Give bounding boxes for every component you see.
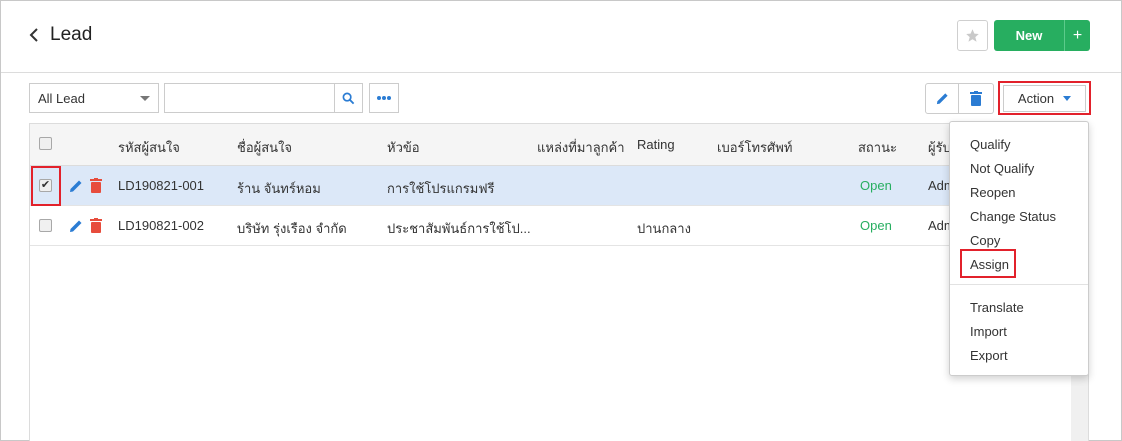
lead-id[interactable]: LD190821-002	[118, 218, 204, 233]
search-button[interactable]	[334, 83, 363, 113]
page-title: Lead	[50, 24, 93, 45]
menu-item-import[interactable]: Import	[970, 324, 1007, 339]
chevron-left-icon[interactable]	[27, 25, 43, 45]
menu-divider	[950, 284, 1088, 285]
pencil-icon[interactable]	[69, 179, 83, 193]
action-menu: Qualify Not Qualify Reopen Change Status…	[949, 121, 1089, 376]
more-horizontal-icon	[377, 96, 391, 100]
lead-topic: ประชาสัมพันธ์การใช้โป...	[387, 221, 531, 236]
row-checkbox[interactable]	[39, 219, 52, 232]
favorite-button[interactable]	[957, 20, 988, 51]
caret-down-icon	[1063, 96, 1072, 101]
lead-status: Open	[860, 218, 892, 233]
action-button[interactable]: Action	[1003, 85, 1086, 112]
column-header[interactable]: เบอร์โทรศัพท์	[717, 137, 792, 158]
view-filter-value: All Lead	[38, 90, 85, 106]
pencil-icon	[936, 93, 948, 105]
caret-down-icon	[140, 96, 150, 101]
star-icon	[966, 29, 979, 42]
table-row[interactable]: LD190821-002 บริษัท รุ่งเรือง จำกัด ประช…	[30, 206, 1088, 246]
page-header: Lead New +	[1, 1, 1121, 73]
menu-item-not-qualify[interactable]: Not Qualify	[970, 161, 1034, 176]
column-header[interactable]: ผู้รับ	[928, 137, 951, 158]
menu-item-assign[interactable]: Assign	[970, 257, 1009, 272]
menu-item-export[interactable]: Export	[970, 348, 1008, 363]
column-header[interactable]: แหล่งที่มาลูกค้า	[537, 137, 625, 158]
menu-item-reopen[interactable]: Reopen	[970, 185, 1016, 200]
trash-icon[interactable]	[90, 178, 102, 193]
menu-item-copy[interactable]: Copy	[970, 233, 1000, 248]
table-row[interactable]: ✔ LD190821-001 ร้าน จันทร์หอม การใช้โปรแ…	[30, 166, 1088, 206]
lead-topic: การใช้โปรแกรมฟรี	[387, 181, 495, 196]
row-checkbox[interactable]: ✔	[39, 179, 52, 192]
select-all-checkbox[interactable]	[39, 137, 52, 150]
more-options-button[interactable]	[369, 83, 399, 113]
lead-rating: ปานกลาง	[637, 221, 691, 236]
lead-name: ร้าน จันทร์หอม	[237, 181, 321, 196]
menu-item-change-status[interactable]: Change Status	[970, 209, 1056, 224]
lead-name: บริษัท รุ่งเรือง จำกัด	[237, 221, 347, 236]
view-filter-select[interactable]: All Lead	[29, 83, 159, 113]
search-input[interactable]	[164, 83, 335, 113]
column-header[interactable]: สถานะ	[858, 137, 897, 158]
lead-table: รหัสผู้สนใจ ชื่อผู้สนใจ หัวข้อ แหล่งที่ม…	[29, 123, 1089, 441]
column-header[interactable]: รหัสผู้สนใจ	[118, 137, 180, 158]
search-icon	[342, 92, 355, 104]
new-button[interactable]: New	[994, 20, 1064, 51]
column-header[interactable]: ชื่อผู้สนใจ	[237, 137, 292, 158]
menu-item-translate[interactable]: Translate	[970, 300, 1024, 315]
new-dropdown-button[interactable]: +	[1064, 20, 1090, 51]
action-label: Action	[1017, 91, 1055, 106]
table-header: รหัสผู้สนใจ ชื่อผู้สนใจ หัวข้อ แหล่งที่ม…	[30, 124, 1088, 166]
column-header[interactable]: หัวข้อ	[387, 137, 420, 158]
edit-button[interactable]	[925, 83, 959, 114]
lead-id[interactable]: LD190821-001	[118, 178, 204, 193]
trash-icon[interactable]	[90, 218, 102, 233]
pencil-icon[interactable]	[69, 219, 83, 233]
menu-item-qualify[interactable]: Qualify	[970, 137, 1010, 152]
delete-button[interactable]	[959, 83, 994, 114]
trash-icon	[970, 91, 982, 106]
lead-status: Open	[860, 178, 892, 193]
column-header[interactable]: Rating	[637, 137, 675, 152]
